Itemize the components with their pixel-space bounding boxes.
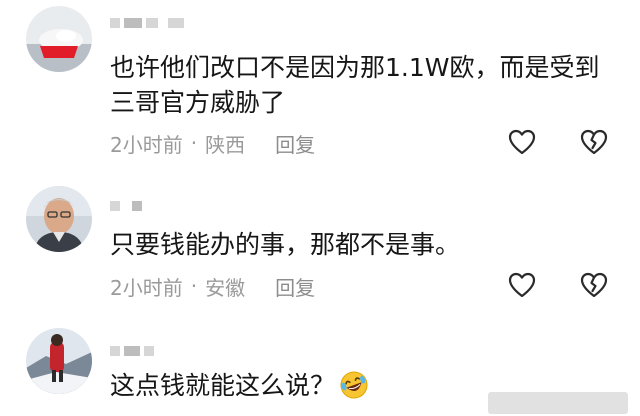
watermark-bar — [488, 392, 628, 414]
comment-time: 2小时前 — [110, 275, 183, 300]
username[interactable] — [110, 344, 154, 358]
avatar-image — [26, 186, 92, 252]
reply-button[interactable]: 回复 — [275, 272, 315, 301]
comment-text: 只要钱能办的事，那都不是事。 — [110, 230, 461, 259]
avatar[interactable] — [26, 328, 92, 394]
heart-outline-icon — [508, 129, 536, 155]
avatar-image — [26, 6, 92, 72]
comment-location: 陕西 — [205, 132, 246, 157]
comment-time: 2小时前 — [110, 132, 183, 157]
dislike-button[interactable] — [579, 270, 609, 300]
heart-outline-icon — [508, 272, 536, 298]
avatar[interactable] — [26, 186, 92, 252]
reply-button[interactable]: 回复 — [275, 129, 315, 158]
broken-heart-icon — [580, 129, 608, 155]
username[interactable] — [110, 199, 142, 213]
avatar[interactable] — [26, 6, 92, 72]
dislike-button[interactable] — [579, 127, 609, 157]
like-button[interactable] — [507, 270, 537, 300]
comment-text-content: 这点钱就能这么说？ — [110, 371, 336, 400]
rofl-emoji-icon — [339, 370, 369, 400]
avatar-image — [26, 328, 92, 394]
meta-separator: · — [190, 131, 198, 155]
comment-meta: 2小时前 · 陕西 回复 — [110, 128, 315, 158]
comment-text: 也许他们改口不是因为那1.1W欧，而是受到三哥官方威胁了 — [110, 53, 600, 117]
broken-heart-icon — [580, 272, 608, 298]
meta-separator: · — [190, 274, 198, 298]
comment-meta: 2小时前 · 安徽 回复 — [110, 271, 315, 301]
like-button[interactable] — [507, 127, 537, 157]
username[interactable] — [110, 16, 184, 30]
comment-location: 安徽 — [205, 275, 246, 300]
